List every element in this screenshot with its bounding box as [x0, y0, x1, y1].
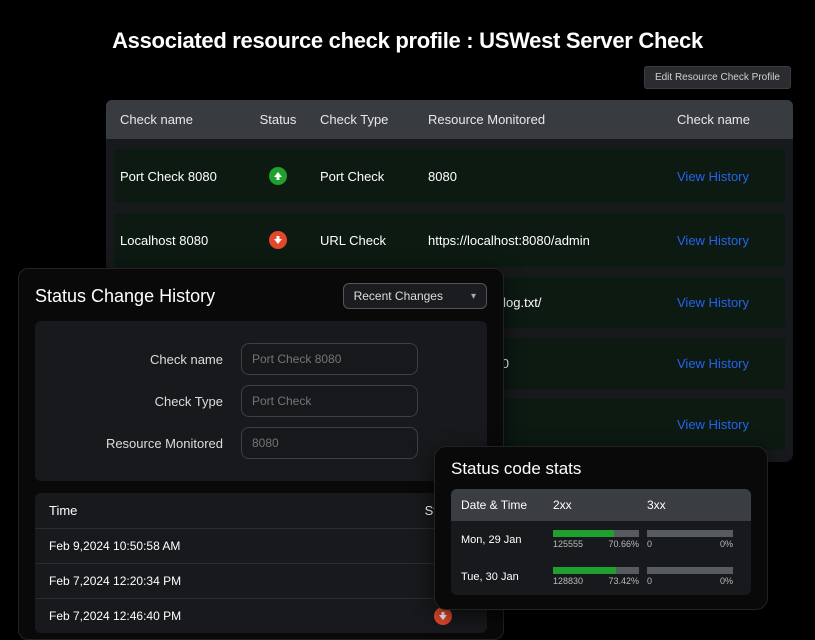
cell-name: Localhost 8080 [120, 233, 250, 248]
history-form: Check name Check Type Resource Monitored [35, 321, 487, 481]
resource-field[interactable] [241, 427, 418, 459]
history-row: Feb 7,2024 12:20:34 PM [35, 563, 487, 598]
col-header-action: Check name [667, 112, 779, 127]
count-2xx: 128830 [553, 576, 583, 586]
cell-date: Mon, 29 Jan [461, 534, 553, 546]
pct-3xx: 0% [720, 576, 733, 586]
edit-profile-button[interactable]: Edit Resource Check Profile [644, 66, 791, 89]
label-resource: Resource Monitored [51, 436, 241, 451]
cell-name: Port Check 8080 [120, 169, 250, 184]
label-check-name: Check name [51, 352, 241, 367]
cell-status [250, 231, 306, 249]
label-check-type: Check Type [51, 394, 241, 409]
col-header-resource: Resource Monitored [418, 112, 667, 127]
arrow-down-icon [269, 231, 287, 249]
cell-time: Feb 7,2024 12:20:34 PM [49, 574, 413, 588]
history-range-dropdown[interactable]: Recent Changes [343, 283, 487, 309]
cell-2xx: 128830 73.42% [553, 567, 647, 586]
col-header-date: Date & Time [461, 498, 553, 512]
view-history-link[interactable]: View History [677, 233, 749, 248]
check-name-field[interactable] [241, 343, 418, 375]
status-history-panel: Status Change History Recent Changes Che… [18, 268, 504, 640]
cell-time: Feb 9,2024 10:50:58 AM [49, 539, 413, 553]
view-history-link[interactable]: View History [677, 356, 749, 371]
stats-row: Mon, 29 Jan125555 70.66% 0 0% [451, 521, 751, 558]
cell-resource: https://localhost:8080/admin [418, 233, 667, 248]
col-header-3xx: 3xx [647, 498, 741, 512]
view-history-link[interactable]: View History [677, 417, 749, 432]
pct-2xx: 70.66% [608, 539, 639, 549]
history-row: Feb 9,2024 10:50:58 AM [35, 528, 487, 563]
history-title: Status Change History [35, 286, 215, 307]
cell-2xx: 125555 70.66% [553, 530, 647, 549]
page-title: Associated resource check profile : USWe… [0, 0, 815, 64]
stats-header: Date & Time 2xx 3xx [451, 489, 751, 521]
bar-3xx [647, 530, 733, 537]
count-2xx: 125555 [553, 539, 583, 549]
pct-3xx: 0% [720, 539, 733, 549]
count-3xx: 0 [647, 539, 652, 549]
history-time-table: Time Status Feb 9,2024 10:50:58 AMFeb 7,… [35, 493, 487, 633]
col-header-type: Check Type [306, 112, 418, 127]
arrow-up-icon [269, 167, 287, 185]
col-header-status: Status [250, 112, 306, 127]
col-header-name: Check name [120, 112, 250, 127]
cell-type: URL Check [306, 233, 418, 248]
col-header-time: Time [49, 503, 413, 518]
table-row: Port Check 8080 Port Check8080 View Histor… [114, 149, 785, 203]
view-history-link[interactable]: View History [677, 169, 749, 184]
history-row: Feb 7,2024 12:46:40 PM [35, 598, 487, 633]
cell-3xx: 0 0% [647, 567, 741, 586]
cell-resource: 8080 [418, 169, 667, 184]
check-type-field[interactable] [241, 385, 418, 417]
cell-3xx: 0 0% [647, 530, 741, 549]
bar-2xx [553, 567, 639, 574]
table-header: Check name Status Check Type Resource Mo… [106, 100, 793, 139]
pct-2xx: 73.42% [608, 576, 639, 586]
status-code-stats-panel: Status code stats Date & Time 2xx 3xx Mo… [434, 446, 768, 610]
stats-title: Status code stats [451, 459, 751, 479]
bar-3xx [647, 567, 733, 574]
cell-type: Port Check [306, 169, 418, 184]
cell-status [250, 167, 306, 185]
count-3xx: 0 [647, 576, 652, 586]
table-row: Localhost 8080 URL Checkhttps://localhost… [114, 213, 785, 267]
stats-row: Tue, 30 Jan128830 73.42% 0 0% [451, 558, 751, 595]
bar-2xx [553, 530, 639, 537]
col-header-2xx: 2xx [553, 498, 647, 512]
cell-time: Feb 7,2024 12:46:40 PM [49, 609, 413, 623]
cell-date: Tue, 30 Jan [461, 571, 553, 583]
dropdown-label: Recent Changes [354, 289, 443, 303]
view-history-link[interactable]: View History [677, 295, 749, 310]
